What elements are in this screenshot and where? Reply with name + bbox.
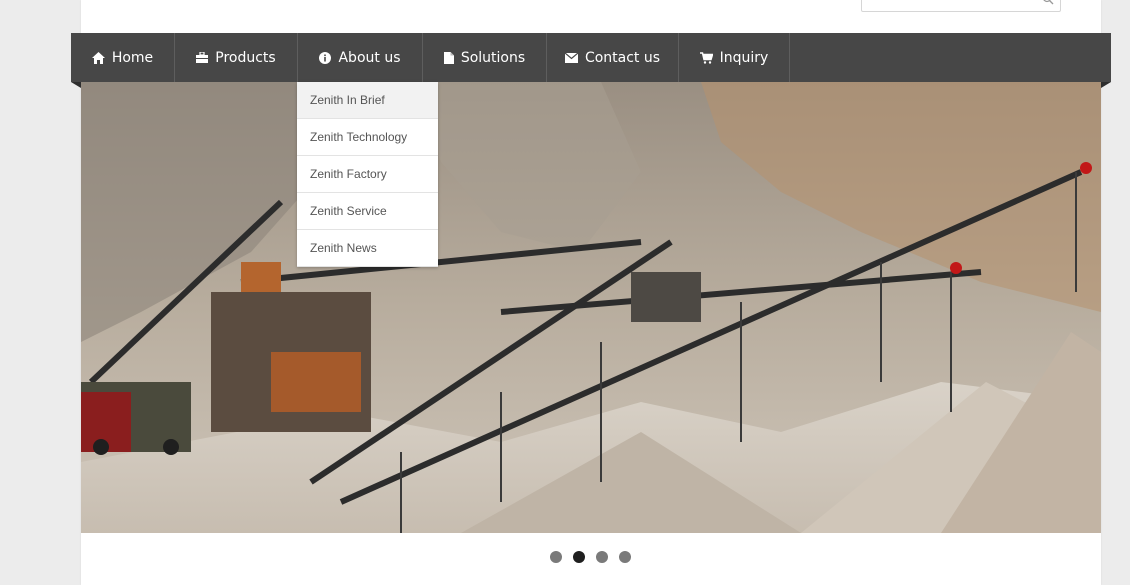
slider-dot-3[interactable] — [596, 551, 608, 563]
nav-home-label: Home — [111, 49, 154, 66]
slider-image-quarry — [81, 82, 1101, 533]
about-us-dropdown: Zenith In Brief Zenith Technology Zenith… — [297, 82, 438, 267]
slider-dot-4[interactable] — [619, 551, 631, 563]
search-icon[interactable] — [1042, 0, 1054, 5]
slider-dot-1[interactable] — [550, 551, 562, 563]
main-navbar: Home Products About us Solutions Contact… — [71, 33, 1111, 82]
info-icon — [319, 51, 332, 64]
nav-contact-us[interactable]: Contact us — [547, 33, 679, 82]
nav-products[interactable]: Products — [175, 33, 298, 82]
navbar-fold-left — [71, 82, 81, 88]
nav-inquiry[interactable]: Inquiry — [679, 33, 790, 82]
nav-inquiry-label: Inquiry — [719, 49, 769, 66]
dropdown-item-zenith-technology[interactable]: Zenith Technology — [297, 119, 438, 156]
dropdown-item-zenith-in-brief[interactable]: Zenith In Brief — [297, 82, 438, 119]
hero-slider[interactable] — [81, 82, 1101, 533]
home-icon — [91, 51, 105, 64]
slider-pagination — [550, 551, 631, 563]
nav-solutions-label: Solutions — [460, 49, 526, 66]
dropdown-item-zenith-factory[interactable]: Zenith Factory — [297, 156, 438, 193]
nav-products-label: Products — [215, 49, 276, 66]
cart-icon — [699, 51, 713, 64]
search-input[interactable] — [861, 0, 1061, 12]
envelope-icon — [564, 52, 578, 63]
dropdown-item-zenith-news[interactable]: Zenith News — [297, 230, 438, 267]
briefcase-icon — [196, 52, 209, 63]
nav-home[interactable]: Home — [71, 33, 175, 82]
nav-contact-us-label: Contact us — [584, 49, 661, 66]
dropdown-item-zenith-service[interactable]: Zenith Service — [297, 193, 438, 230]
slider-dot-2[interactable] — [573, 551, 585, 563]
document-icon — [443, 51, 454, 64]
nav-about-us[interactable]: About us — [298, 33, 423, 82]
nav-solutions[interactable]: Solutions — [423, 33, 547, 82]
nav-about-us-label: About us — [338, 49, 401, 66]
navbar-fold-right — [1101, 82, 1111, 88]
